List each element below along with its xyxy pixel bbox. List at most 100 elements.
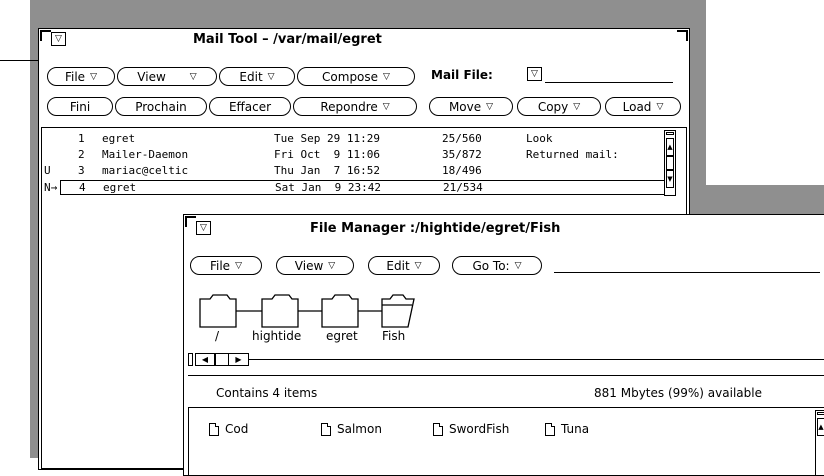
path-horizontal-scrollbar[interactable]: ◀ ▶ <box>188 353 824 366</box>
chevron-down-icon: ▽ <box>486 101 494 112</box>
path-segment-egret[interactable]: egret <box>326 329 358 343</box>
folder-icon <box>261 294 299 328</box>
file-item[interactable]: Salmon <box>321 422 382 436</box>
message-date: Sat Jan 9 23:42 <box>275 181 381 194</box>
chevron-down-icon: ▽ <box>382 101 390 112</box>
file-name: SwordFish <box>449 422 510 436</box>
message-number: 2 <box>78 148 85 161</box>
disk-space-status: 881 Mbytes (99%) available <box>594 386 762 400</box>
move-menu-button[interactable]: Move ▽ <box>429 97 513 116</box>
fm-goto-menu-button[interactable]: Go To: ▽ <box>452 256 542 275</box>
message-size: 35/872 <box>442 148 482 161</box>
message-size: 18/496 <box>442 164 482 177</box>
window-title: Mail Tool – /var/mail/egret <box>193 32 382 47</box>
fm-edit-menu-button[interactable]: Edit ▽ <box>368 256 440 275</box>
path-segment-hightide[interactable]: hightide <box>252 329 301 343</box>
scroll-right-arrow-icon[interactable]: ▶ <box>229 353 249 366</box>
folder-icon <box>199 294 237 328</box>
chevron-down-icon: ▽ <box>656 101 664 112</box>
load-menu-button[interactable]: Load ▽ <box>605 97 681 116</box>
message-row-selected[interactable]: 4 egret Sat Jan 9 23:42 21/534 <box>60 180 672 195</box>
chevron-down-icon: ▽ <box>267 71 275 82</box>
scrollbar-top-cap[interactable] <box>817 412 824 415</box>
copy-menu-button[interactable]: Copy ▽ <box>517 97 601 116</box>
message-row[interactable]: U 3 mariac@celtic Thu Jan 7 16:52 18/496 <box>42 164 662 178</box>
chevron-down-icon: ▽ <box>414 260 422 271</box>
mail-file-menu-icon[interactable]: ▽ <box>527 67 542 81</box>
view-menu-button[interactable]: View ▽ <box>117 67 217 86</box>
document-icon <box>209 422 219 436</box>
open-folder-icon <box>381 294 415 328</box>
fm-view-menu-button[interactable]: View ▽ <box>276 256 354 275</box>
file-name: Cod <box>225 422 249 436</box>
message-sender: mariac@celtic <box>102 164 189 177</box>
chevron-down-icon: ▽ <box>189 71 197 82</box>
scrollbar-track[interactable] <box>249 359 824 360</box>
file-name: Tuna <box>561 422 590 436</box>
effacer-button[interactable]: Effacer <box>209 97 291 116</box>
mail-file-input[interactable] <box>545 82 673 83</box>
folder-icon <box>321 294 359 328</box>
path-segment-root[interactable]: / <box>215 329 219 343</box>
message-sender: Mailer-Daemon <box>102 148 189 161</box>
message-flag: N→ <box>44 181 58 194</box>
file-item[interactable]: Cod <box>209 422 248 436</box>
message-number: 4 <box>79 181 86 194</box>
mail-tool-titlebar[interactable]: ▽ Mail Tool – /var/mail/egret <box>39 29 689 51</box>
edit-menu-button[interactable]: Edit ▽ <box>219 67 295 86</box>
desktop-margin <box>0 0 30 458</box>
message-list-scrollbar[interactable]: ▲ ▼ <box>664 130 676 196</box>
fm-file-menu-button[interactable]: File ▽ <box>190 256 262 275</box>
window-menu-icon[interactable]: ▽ <box>196 221 211 235</box>
file-item[interactable]: SwordFish <box>433 422 509 436</box>
scroll-up-arrow-icon[interactable]: ▲ <box>666 138 674 156</box>
file-manager-window: ▽ File Manager :/hightide/egret/Fish Fil… <box>183 214 824 476</box>
message-size: 21/534 <box>443 181 483 194</box>
file-pane[interactable]: Cod Salmon SwordFish Tuna ▲ <box>188 407 824 475</box>
message-date: Fri Oct 9 11:06 <box>274 148 380 161</box>
message-number: 3 <box>78 164 85 177</box>
scroll-up-arrow-icon[interactable]: ▲ <box>817 418 824 436</box>
message-sender: egret <box>102 132 136 145</box>
callout-leader-line <box>0 60 40 61</box>
message-flag: U <box>44 164 51 177</box>
scroll-down-arrow-icon[interactable]: ▼ <box>666 170 674 188</box>
message-row[interactable]: 2 Mailer-Daemon Fri Oct 9 11:06 35/872 R… <box>42 148 662 162</box>
file-pane-scrollbar[interactable]: ▲ <box>815 410 824 475</box>
window-menu-icon[interactable]: ▽ <box>51 32 66 46</box>
scrollbar-top-cap[interactable] <box>666 132 674 135</box>
window-title: File Manager :/hightide/egret/Fish <box>310 221 561 236</box>
chevron-down-icon: ▽ <box>328 260 336 271</box>
mail-file-label: Mail File: <box>431 68 493 82</box>
scroll-left-arrow-icon[interactable]: ◀ <box>195 353 215 366</box>
scrollbar-left-cap[interactable] <box>188 353 193 366</box>
message-subject: Returned mail: <box>526 148 619 161</box>
message-size: 25/560 <box>442 132 482 145</box>
document-icon <box>545 422 555 436</box>
compose-menu-button[interactable]: Compose ▽ <box>297 67 415 86</box>
file-menu-button[interactable]: File ▽ <box>47 67 115 86</box>
chevron-down-icon: ▽ <box>383 71 390 82</box>
fini-button[interactable]: Fini <box>47 97 113 116</box>
chevron-down-icon: ▽ <box>90 71 97 82</box>
divider <box>188 375 824 376</box>
chevron-down-icon: ▽ <box>235 260 242 271</box>
file-item[interactable]: Tuna <box>545 422 589 436</box>
message-subject: Look <box>526 132 553 145</box>
scrollbar-thumb[interactable] <box>215 353 229 366</box>
message-row[interactable]: 1 egret Tue Sep 29 11:29 25/560 Look <box>42 132 662 146</box>
document-icon <box>321 422 331 436</box>
path-segment-fish[interactable]: Fish <box>382 329 405 343</box>
item-count-status: Contains 4 items <box>216 386 318 400</box>
scrollbar-thumb[interactable] <box>666 156 674 170</box>
chevron-down-icon: ▽ <box>573 101 581 112</box>
prochain-button[interactable]: Prochain <box>115 97 207 116</box>
goto-path-input[interactable] <box>554 272 820 273</box>
message-date: Tue Sep 29 11:29 <box>274 132 380 145</box>
message-sender: egret <box>103 181 137 194</box>
repondre-menu-button[interactable]: Repondre ▽ <box>293 97 417 116</box>
chevron-down-icon: ▽ <box>514 260 522 271</box>
message-date: Thu Jan 7 16:52 <box>274 164 380 177</box>
file-manager-titlebar[interactable]: ▽ File Manager :/hightide/egret/Fish <box>184 215 824 237</box>
document-icon <box>433 422 443 436</box>
